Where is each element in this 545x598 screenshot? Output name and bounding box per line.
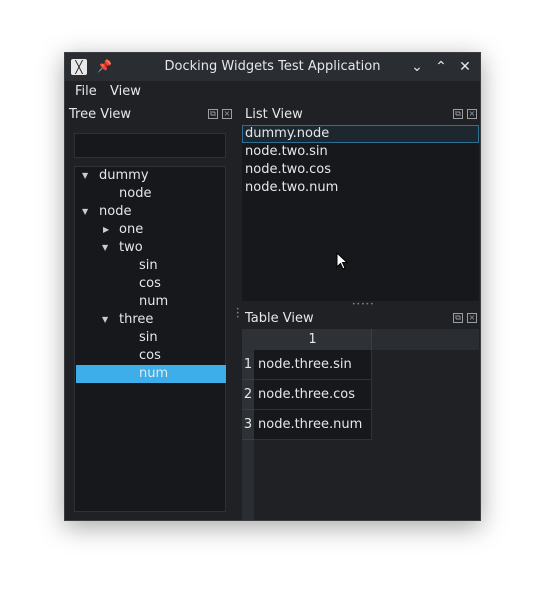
list-view[interactable]: dummy.node node.two.sin node.two.cos nod… [242,125,479,301]
tree-item-label: node [119,186,152,201]
tree-item[interactable]: sin [76,329,226,347]
column-header-empty [372,329,479,350]
tree-filter-input[interactable] [74,133,226,158]
pin-icon[interactable]: 📌 [97,58,112,74]
float-icon[interactable]: ⧉ [453,109,463,119]
tree-item-label: three [119,312,154,327]
row-header[interactable]: 3 [242,410,254,440]
expand-arrow-icon[interactable]: ▼ [102,311,112,329]
table-view-title: Table View [245,311,314,326]
menu-file[interactable]: File [75,84,97,99]
list-item-label: node.two.cos [245,162,332,177]
tree-item-label: num [139,294,169,309]
list-item[interactable]: dummy.node [242,125,479,143]
row-header[interactable]: 2 [242,380,254,410]
list-item-label: node.two.sin [245,144,328,159]
tree-item[interactable]: ▼ node [76,203,226,221]
chevron-up-icon[interactable]: ⌃ [431,57,451,77]
list-item[interactable]: node.two.num [242,179,479,197]
tree-item-label: cos [139,348,161,363]
tree-item-label: dummy [99,168,149,183]
close-icon[interactable]: × [467,313,477,323]
tree-item[interactable]: num [76,293,226,311]
tree-view[interactable]: ▼ dummy node ▼ node ▶ one ▼ two sin cos … [74,166,226,512]
close-icon[interactable]: × [467,109,477,119]
tree-item[interactable]: node [76,185,226,203]
menu-bar: File View [65,81,480,103]
tree-item-label: one [119,222,144,237]
grip-dots-icon: ••••• [352,301,375,308]
tree-item[interactable]: cos [76,275,226,293]
vertical-splitter-handle[interactable]: • • • [236,307,240,322]
main-window: Docking Widgets Test Application ╳ 📌 ⌄ ⌃… [64,52,481,521]
expand-arrow-icon[interactable]: ▼ [102,239,112,257]
table-cell[interactable]: node.three.sin [254,350,372,380]
chevron-down-icon[interactable]: ⌄ [407,57,427,77]
close-icon[interactable]: ✕ [455,57,475,77]
expand-arrow-icon[interactable]: ▼ [82,167,92,185]
table-cell[interactable]: node.three.num [254,410,372,440]
float-icon[interactable]: ⧉ [453,313,463,323]
table-corner[interactable] [242,329,254,350]
tree-item-label: two [119,240,143,255]
expand-arrow-icon[interactable]: ▼ [82,203,92,221]
expand-arrow-icon[interactable]: ▶ [103,221,113,239]
mouse-cursor-icon [336,252,348,270]
title-bar[interactable]: Docking Widgets Test Application ╳ 📌 ⌄ ⌃… [65,53,480,81]
tree-view-title: Tree View [69,107,132,122]
table-cell[interactable]: node.three.cos [254,380,372,410]
list-view-title: List View [245,107,303,122]
column-header[interactable]: 1 [254,329,372,350]
list-item-label: dummy.node [245,126,330,141]
list-item[interactable]: node.two.cos [242,161,479,179]
tree-item-selected[interactable]: num [76,365,226,383]
tree-item[interactable]: ▼ three [76,311,226,329]
tree-item[interactable]: cos [76,347,226,365]
list-item[interactable]: node.two.sin [242,143,479,161]
tree-item[interactable]: ▼ dummy [76,167,226,185]
row-header-empty [242,440,254,520]
dock-splitter-handle[interactable]: ••••• [242,302,479,308]
tree-item[interactable]: sin [76,257,226,275]
close-icon[interactable]: × [222,109,232,119]
app-logo-icon[interactable]: ╳ [71,59,87,75]
tree-item[interactable]: ▼ two [76,239,226,257]
row-header[interactable]: 1 [242,350,254,380]
tree-item-label: node [99,204,132,219]
table-view[interactable]: 1 1 node.three.sin 2 node.three.cos 3 no… [242,329,479,520]
tree-item-label: sin [139,330,158,345]
tree-item-label: num [139,366,169,381]
menu-view[interactable]: View [110,84,141,99]
float-icon[interactable]: ⧉ [208,109,218,119]
tree-item-label: sin [139,258,158,273]
tree-item-label: cos [139,276,161,291]
tree-item[interactable]: ▶ one [76,221,226,239]
list-item-label: node.two.num [245,180,339,195]
